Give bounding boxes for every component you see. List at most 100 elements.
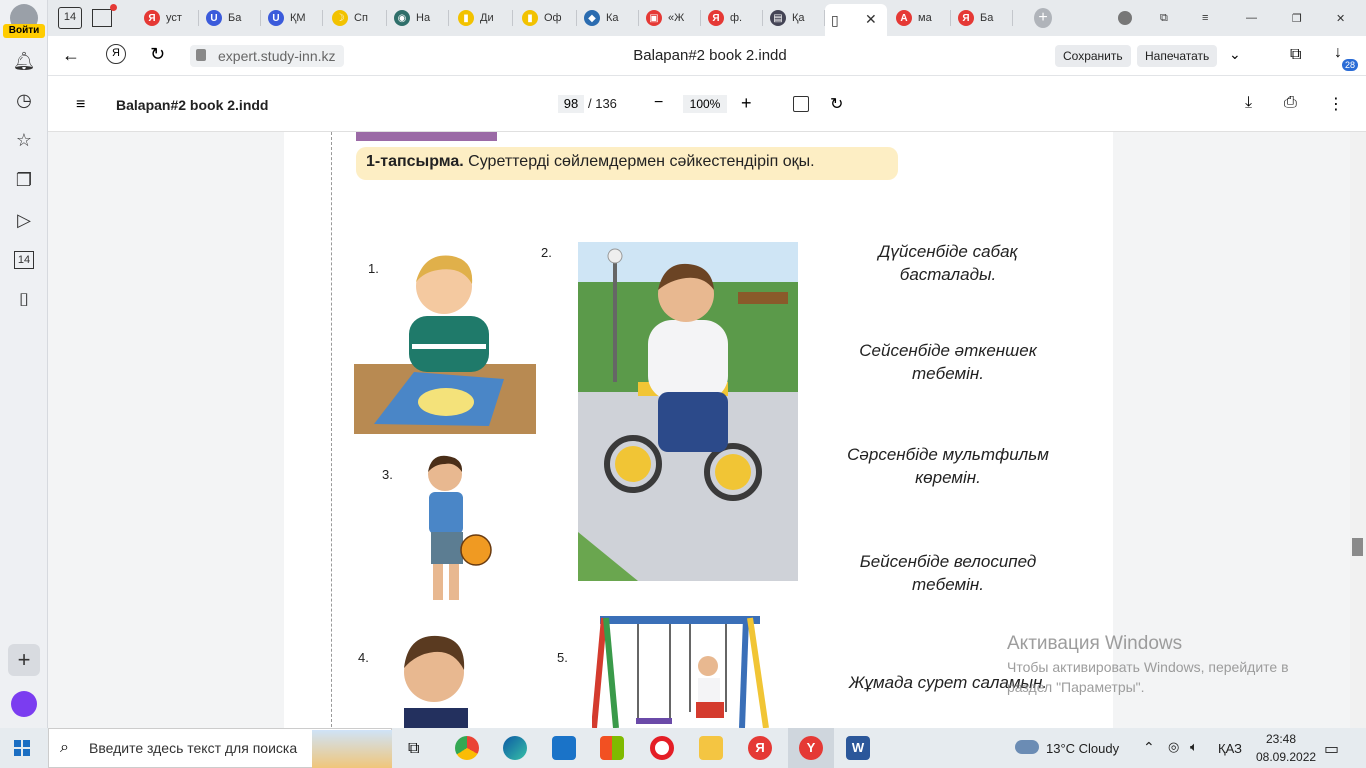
tab-favicon-icon: Я bbox=[708, 10, 724, 26]
new-tab-group-icon[interactable] bbox=[86, 4, 117, 32]
lock-icon[interactable] bbox=[196, 49, 206, 61]
more-options-icon[interactable]: ⋮ bbox=[1328, 94, 1344, 114]
tab-separator bbox=[386, 10, 387, 26]
sentence-2: Сейсенбіде әткеншек тебемін. bbox=[859, 341, 1037, 383]
tab-separator bbox=[322, 10, 323, 26]
alice-icon[interactable] bbox=[11, 691, 37, 717]
save-button[interactable]: Сохранить bbox=[1055, 45, 1131, 67]
opera-icon[interactable] bbox=[650, 736, 674, 760]
download-icon[interactable]: ↓ bbox=[1334, 44, 1342, 62]
history-icon[interactable]: ◷ bbox=[8, 84, 40, 116]
pdf-download-icon[interactable]: ⤓ bbox=[1245, 94, 1252, 112]
browser-tab[interactable]: ▮ Ди bbox=[452, 4, 510, 32]
tabs-overview-icon[interactable]: ⧉ bbox=[1154, 4, 1168, 32]
fit-page-icon[interactable] bbox=[793, 96, 809, 112]
window-close-icon[interactable]: ✕ bbox=[1330, 4, 1345, 32]
language-indicator[interactable]: ҚАЗ bbox=[1218, 741, 1242, 756]
browser-tab[interactable]: U Ба bbox=[200, 4, 258, 32]
clock-date[interactable]: 08.09.2022 bbox=[1256, 750, 1316, 764]
camera-icon[interactable]: ⌷ bbox=[8, 284, 40, 316]
yandex-icon[interactable]: Я bbox=[106, 44, 126, 64]
sentence-1: Дүйсенбіде сабақ басталады. bbox=[878, 242, 1018, 284]
pdf-print-icon[interactable]: ⎙ bbox=[1284, 94, 1297, 112]
browser-tab[interactable]: Яф. bbox=[702, 4, 760, 32]
tab-favicon-icon: Я bbox=[144, 10, 160, 26]
tab-label: «Ж bbox=[668, 12, 685, 24]
back-icon[interactable]: ← bbox=[62, 45, 80, 66]
file-explorer-icon[interactable] bbox=[699, 736, 723, 760]
chevron-up-icon[interactable]: ⌃ bbox=[1143, 739, 1155, 756]
reload-icon[interactable]: ↻ bbox=[150, 44, 165, 65]
star-icon[interactable]: ☆ bbox=[8, 124, 40, 156]
page-total: / 136 bbox=[588, 96, 617, 111]
tab-favicon-icon: ▤ bbox=[770, 10, 786, 26]
task-text: Суреттерді сөйлемдермен сәйкестендіріп о… bbox=[468, 153, 815, 170]
browser-tab[interactable]: ▣ «Ж bbox=[640, 4, 698, 32]
browser-tab[interactable]: Aма bbox=[890, 4, 948, 32]
clock-time[interactable]: 23:48 bbox=[1266, 732, 1296, 746]
task-label: 1-тапсырма. bbox=[366, 153, 464, 170]
calendar-tab-icon[interactable]: 14 bbox=[52, 4, 82, 32]
picture-number-1: 1. bbox=[368, 261, 379, 276]
illustration-boy-bicycle bbox=[578, 242, 798, 581]
browser-tab[interactable]: ☽ Сп bbox=[326, 4, 384, 32]
speaker-icon[interactable]: 🔈︎ bbox=[1190, 739, 1198, 755]
yandex-app-icon[interactable]: Y bbox=[799, 736, 823, 760]
tab-separator bbox=[950, 10, 951, 26]
yandex-browser-icon[interactable]: Я bbox=[748, 736, 772, 760]
tab-favicon-icon: Я bbox=[958, 10, 974, 26]
network-icon[interactable]: ◎ bbox=[1168, 739, 1179, 755]
tab-separator bbox=[638, 10, 639, 26]
page-title: Balapan#2 book 2.indd bbox=[633, 47, 787, 64]
mail-icon[interactable] bbox=[552, 736, 576, 760]
weather-text[interactable]: 13°C Cloudy bbox=[1046, 741, 1119, 756]
task-view-icon[interactable]: ⧉ bbox=[408, 740, 419, 758]
translate-icon[interactable]: ⧉ bbox=[1290, 46, 1301, 64]
store-icon[interactable] bbox=[600, 736, 624, 760]
login-button[interactable]: Войти bbox=[3, 24, 45, 38]
browser-tab[interactable]: Яуст bbox=[138, 4, 196, 32]
print-button[interactable]: Напечатать bbox=[1137, 45, 1218, 67]
browser-tab[interactable]: ▮ Оф bbox=[516, 4, 574, 32]
zoom-in-icon[interactable]: + bbox=[741, 93, 752, 114]
bell-icon[interactable]: 🔔︎ bbox=[8, 45, 40, 77]
minimize-icon[interactable]: — bbox=[1240, 4, 1257, 32]
task-instruction: 1-тапсырма. Суреттерді сөйлемдермен сәйк… bbox=[356, 147, 898, 180]
collections-icon[interactable]: ❐ bbox=[8, 164, 40, 196]
browser-tab[interactable]: Я Ба bbox=[952, 4, 1010, 32]
edge-icon[interactable] bbox=[503, 736, 527, 760]
add-panel-icon[interactable]: + bbox=[8, 644, 40, 676]
chrome-icon[interactable] bbox=[455, 736, 479, 760]
restore-icon[interactable]: ❐ bbox=[1286, 4, 1302, 32]
illustration-boy-smiling bbox=[404, 635, 468, 728]
zoom-level[interactable]: 100% bbox=[683, 95, 727, 113]
browser-tab[interactable]: ▤ Қа bbox=[764, 4, 822, 32]
scrollbar-thumb[interactable] bbox=[1352, 538, 1363, 556]
tab-favicon-icon: ▮ bbox=[522, 10, 538, 26]
profile-icon[interactable] bbox=[1112, 4, 1132, 32]
document-icon: ▯ bbox=[831, 11, 839, 28]
start-icon[interactable] bbox=[14, 740, 30, 756]
menu-icon[interactable]: ≡ bbox=[1196, 4, 1208, 32]
tab-favicon-icon: ☽ bbox=[332, 10, 348, 26]
tab-favicon-icon: ◉ bbox=[394, 10, 410, 26]
close-tab-icon[interactable]: ✕ bbox=[865, 11, 877, 28]
tab-active-pdf[interactable]: ▯ ✕ bbox=[825, 4, 887, 36]
play-icon[interactable]: ▷ bbox=[8, 204, 40, 236]
notification-icon[interactable]: ▭ bbox=[1324, 739, 1339, 759]
page-number-input[interactable]: 98 bbox=[558, 95, 584, 113]
calendar-icon[interactable]: 14 bbox=[14, 251, 34, 269]
rotate-icon[interactable]: ↻ bbox=[830, 94, 843, 114]
new-tab-button[interactable]: + bbox=[1028, 4, 1052, 32]
tab-label: ма bbox=[918, 12, 932, 24]
zoom-out-icon[interactable]: − bbox=[654, 94, 663, 112]
chevron-down-icon[interactable]: ⌄ bbox=[1229, 46, 1241, 63]
browser-tab[interactable]: ◆ Ка bbox=[578, 4, 636, 32]
url-field[interactable]: expert.study-inn.kz bbox=[190, 45, 344, 67]
browser-tab[interactable]: ◉ На bbox=[388, 4, 446, 32]
hamburger-menu-icon[interactable]: ≡ bbox=[76, 96, 85, 114]
browser-tab[interactable]: U ҚМ bbox=[262, 4, 320, 32]
tab-label: ф. bbox=[730, 12, 743, 24]
word-icon[interactable]: W bbox=[846, 736, 870, 760]
document-scrollbar[interactable] bbox=[1350, 132, 1366, 728]
